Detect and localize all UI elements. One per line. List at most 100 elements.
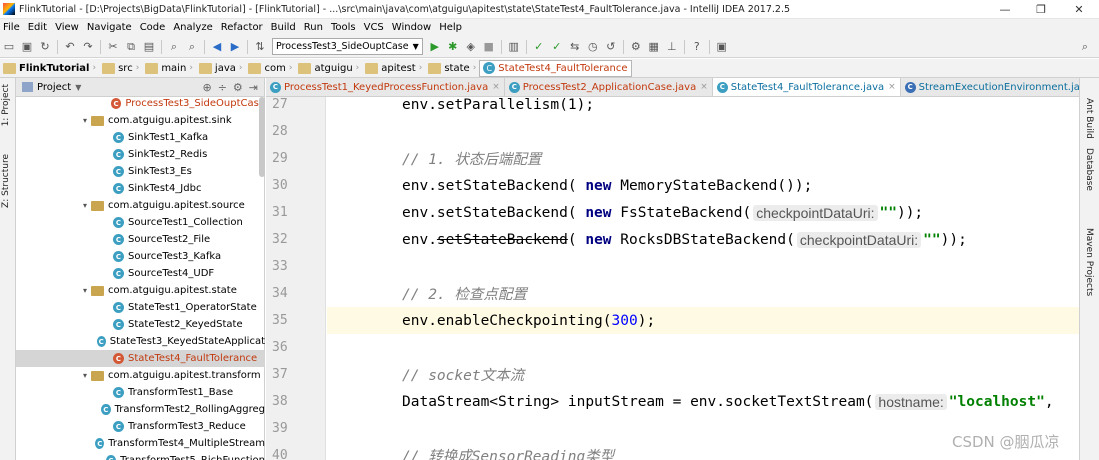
tree-package[interactable]: ▾ com.atguigu.apitest.source bbox=[16, 197, 265, 214]
save-all-icon[interactable]: ▣ bbox=[19, 39, 35, 55]
menu-analyze[interactable]: Analyze bbox=[170, 22, 217, 33]
tree-class[interactable]: C TransformTest3_Reduce bbox=[16, 418, 265, 435]
tab-structure-tool[interactable]: Z: Structure bbox=[1, 154, 11, 208]
sdk-icon[interactable]: ⊥ bbox=[664, 39, 680, 55]
run-icon[interactable]: ▶ bbox=[427, 39, 443, 55]
tree-class[interactable]: C StateTest1_OperatorState bbox=[16, 299, 265, 316]
help-icon[interactable]: ? bbox=[689, 39, 705, 55]
stop-icon[interactable]: ■ bbox=[481, 39, 497, 55]
menu-edit[interactable]: Edit bbox=[25, 22, 52, 33]
editor-tab[interactable]: C ProcessTest2_ApplicationCase.java × bbox=[504, 78, 713, 96]
breadcrumb-item[interactable]: main › bbox=[142, 59, 196, 78]
tree-class[interactable]: C SinkTest4_Jdbc bbox=[16, 180, 265, 197]
undo-icon[interactable]: ↶ bbox=[62, 39, 78, 55]
tree-class[interactable]: C SinkTest3_Es bbox=[16, 163, 265, 180]
hide-icon[interactable]: ⇥ bbox=[249, 81, 258, 94]
cut-icon[interactable]: ✂ bbox=[105, 39, 121, 55]
vcs-history-icon[interactable]: ◷ bbox=[585, 39, 601, 55]
vcs-compare-icon[interactable]: ⇆ bbox=[567, 39, 583, 55]
coverage-icon[interactable]: ◈ bbox=[463, 39, 479, 55]
redo-icon[interactable]: ↷ bbox=[80, 39, 96, 55]
chevron-down-icon[interactable]: ▾ bbox=[80, 116, 90, 125]
chevron-down-icon[interactable]: ▾ bbox=[80, 286, 90, 295]
vcs-revert-icon[interactable]: ↺ bbox=[603, 39, 619, 55]
tree-package[interactable]: ▾ com.atguigu.apitest.state bbox=[16, 282, 265, 299]
build-icon[interactable]: ⇅ bbox=[252, 39, 268, 55]
debug-icon[interactable]: ✱ bbox=[445, 39, 461, 55]
tree-class[interactable]: CTransformTest5_RichFunction bbox=[16, 452, 265, 460]
open-folder-icon[interactable]: ▭ bbox=[1, 39, 17, 55]
tree-class[interactable]: C StateTest2_KeyedState bbox=[16, 316, 265, 333]
chevron-down-icon[interactable]: ▼ bbox=[75, 83, 81, 92]
close-button[interactable]: ✕ bbox=[1062, 0, 1096, 19]
structure-icon[interactable]: ▦ bbox=[646, 39, 662, 55]
tree-class[interactable]: C SourceTest3_Kafka bbox=[16, 248, 265, 265]
tree-class[interactable]: C SourceTest1_Collection bbox=[16, 214, 265, 231]
breadcrumb-item[interactable]: com › bbox=[245, 59, 295, 78]
sync-icon[interactable]: ↻ bbox=[37, 39, 53, 55]
tree-class[interactable]: C SourceTest2_File bbox=[16, 231, 265, 248]
breadcrumb-item[interactable]: FlinkTutorial › bbox=[0, 59, 99, 78]
menu-help[interactable]: Help bbox=[436, 22, 467, 33]
find-icon[interactable]: ⌕ bbox=[166, 39, 182, 55]
breadcrumb-item[interactable]: state › bbox=[425, 59, 479, 78]
project-structure-icon[interactable]: ▥ bbox=[506, 39, 522, 55]
chevron-down-icon[interactable]: ▾ bbox=[80, 371, 90, 380]
forward-icon[interactable]: ▶ bbox=[227, 39, 243, 55]
tab-maven-projects[interactable]: Maven Projects bbox=[1084, 228, 1094, 296]
tree-package[interactable]: ▾ com.atguigu.apitest.transform bbox=[16, 367, 265, 384]
tree-class[interactable]: C TransformTest2_RollingAggreg bbox=[16, 401, 265, 418]
run-configuration-select[interactable]: ProcessTest3_SideOuptCase ▼ bbox=[272, 38, 423, 55]
vcs-commit-icon[interactable]: ✓ bbox=[549, 39, 565, 55]
menu-code[interactable]: Code bbox=[137, 22, 171, 33]
tab-ant-build[interactable]: Ant Build bbox=[1084, 98, 1094, 139]
menu-run[interactable]: Run bbox=[301, 22, 328, 33]
replace-icon[interactable]: ⌕ bbox=[184, 39, 200, 55]
paste-icon[interactable]: ▤ bbox=[141, 39, 157, 55]
breadcrumb-item[interactable]: src › bbox=[99, 59, 142, 78]
tree-class[interactable]: C StateTest3_KeyedStateApplicat bbox=[16, 333, 265, 350]
editor-tab[interactable]: CStreamExecutionEnvironment.java× bbox=[900, 78, 1079, 96]
tree-class[interactable]: C TransformTest4_MultipleStream bbox=[16, 435, 265, 452]
tree-class[interactable]: C ProcessTest3_SideOuptCase bbox=[16, 95, 265, 112]
tree-class[interactable]: C TransformTest1_Base bbox=[16, 384, 265, 401]
close-tab-icon[interactable]: × bbox=[492, 82, 500, 92]
breadcrumb-item[interactable]: java › bbox=[196, 59, 246, 78]
menu-tools[interactable]: Tools bbox=[328, 22, 361, 33]
tab-database[interactable]: Database bbox=[1084, 148, 1094, 191]
gear-icon[interactable]: ⚙ bbox=[233, 81, 243, 94]
collapse-all-icon[interactable]: ÷ bbox=[218, 81, 227, 94]
restore-button[interactable]: ❐ bbox=[1024, 0, 1058, 19]
editor-tab[interactable]: C StateTest4_FaultTolerance.java × bbox=[712, 78, 901, 96]
menu-vcs[interactable]: VCS bbox=[361, 22, 389, 33]
breadcrumb-item[interactable]: C StateTest4_FaultTolerance bbox=[479, 59, 632, 77]
breadcrumb-item[interactable]: atguigu › bbox=[295, 59, 362, 78]
tree-class[interactable]: C StateTest4_FaultTolerance bbox=[16, 350, 265, 367]
menu-view[interactable]: View bbox=[52, 22, 84, 33]
close-tab-icon[interactable]: × bbox=[700, 82, 708, 92]
settings-icon[interactable]: ⚙ bbox=[628, 39, 644, 55]
copy-icon[interactable]: ⧉ bbox=[123, 39, 139, 55]
tree-class[interactable]: C SourceTest4_UDF bbox=[16, 265, 265, 282]
code-editor[interactable]: env.setParallelism(1); // 1. 状态后端配置 env.… bbox=[327, 97, 1079, 460]
menu-build[interactable]: Build bbox=[268, 22, 301, 33]
menu-window[interactable]: Window bbox=[389, 22, 436, 33]
vcs-update-icon[interactable]: ✓ bbox=[531, 39, 547, 55]
scroll-from-source-icon[interactable]: ⊕ bbox=[202, 81, 211, 94]
menu-navigate[interactable]: Navigate bbox=[84, 22, 137, 33]
tree-class[interactable]: C SinkTest1_Kafka bbox=[16, 129, 265, 146]
tab-project-tool[interactable]: 1: Project bbox=[1, 84, 11, 126]
chevron-down-icon[interactable]: ▾ bbox=[80, 201, 90, 210]
scrollbar[interactable] bbox=[259, 97, 265, 177]
search-everywhere-icon[interactable]: ⌕ bbox=[1077, 39, 1093, 55]
tree-class[interactable]: C SinkTest2_Redis bbox=[16, 146, 265, 163]
close-tab-icon[interactable]: × bbox=[888, 82, 896, 92]
tree-package[interactable]: ▾ com.atguigu.apitest.sink bbox=[16, 112, 265, 129]
project-panel-title[interactable]: Project bbox=[37, 82, 71, 93]
terminal-icon[interactable]: ▣ bbox=[714, 39, 730, 55]
back-icon[interactable]: ◀ bbox=[209, 39, 225, 55]
minimize-button[interactable]: — bbox=[988, 0, 1022, 19]
breadcrumb-item[interactable]: apitest › bbox=[362, 59, 425, 78]
menu-file[interactable]: File bbox=[0, 22, 25, 33]
menu-refactor[interactable]: Refactor bbox=[218, 22, 268, 33]
